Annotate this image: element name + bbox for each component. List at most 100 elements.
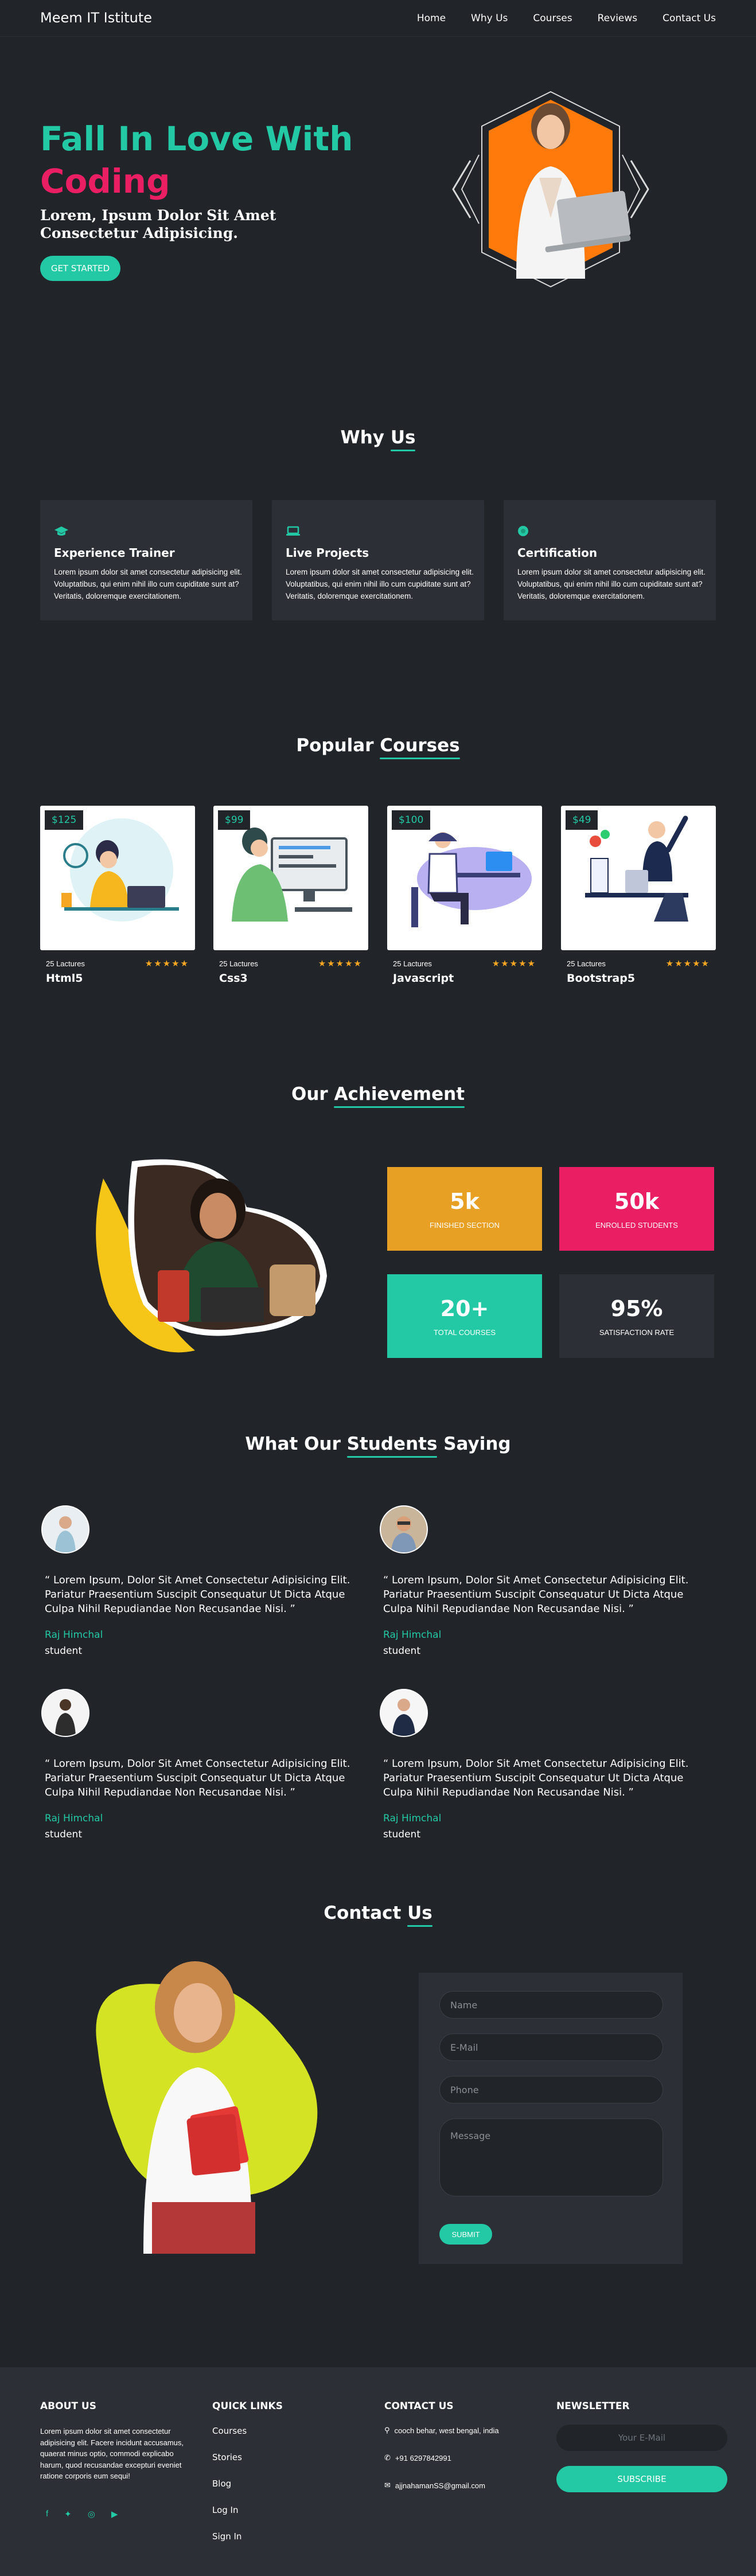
stat-satisfaction-rate: 95% SATISFACTION RATE: [559, 1274, 714, 1358]
testimonial-quote: “ Lorem Ipsum, Dolor Sit Amet Consectetu…: [45, 1758, 350, 1799]
footer-link-log-in[interactable]: Log In: [212, 2505, 283, 2515]
footer-link-courses[interactable]: Courses: [212, 2426, 283, 2436]
contact-form: Name E-Mail Phone Message SUBMIT: [419, 1973, 683, 2264]
footer-link-blog[interactable]: Blog: [212, 2479, 283, 2489]
get-started-button[interactable]: GET STARTED: [40, 256, 120, 281]
contact-illustration: [96, 1961, 318, 2254]
stat-enrolled-students: 50k ENROLLED STUDENTS: [559, 1167, 714, 1251]
why-us-title-highlight: Us: [390, 427, 416, 451]
testimonial-card: “ Lorem Ipsum, Dolor Sit Amet Consectetu…: [380, 1505, 712, 1689]
footer-address: ⚲ cooch behar, west bengal, india: [384, 2426, 499, 2435]
stat-number: 20+: [440, 1295, 489, 1321]
course-name[interactable]: Bootstrap5: [567, 972, 635, 985]
footer-address-text: cooch behar, west bengal, india: [394, 2426, 499, 2435]
star-rating-icon: ★★★★★: [318, 959, 363, 969]
testimonial-card: “ Lorem Ipsum, Dolor Sit Amet Consectetu…: [380, 1689, 712, 1872]
footer-link-sign-in[interactable]: Sign In: [212, 2531, 283, 2542]
testimonial-role: student: [383, 1645, 420, 1657]
testimonial-role: student: [45, 1645, 82, 1657]
phone-icon: ✆: [384, 2453, 391, 2462]
footer-email: ✉ ajjnahamanSS@gmail.com: [384, 2481, 499, 2490]
social-links: f ✦ ◎ ▶: [46, 2509, 118, 2519]
testimonial-role: student: [45, 1829, 82, 1840]
testimonial-quote: “ Lorem Ipsum, Dolor Sit Amet Consectetu…: [383, 1758, 689, 1799]
footer-phone-text: +91 6297842991: [395, 2453, 451, 2462]
contact-title-highlight: Us: [407, 1903, 432, 1927]
email-field[interactable]: E-Mail: [439, 2034, 663, 2061]
why-us-title: Why Us: [0, 427, 756, 451]
why-card-title: Experience Trainer: [54, 546, 175, 560]
map-marker-icon: ⚲: [384, 2426, 390, 2434]
course-name[interactable]: Css3: [219, 972, 248, 985]
nav-contact-us[interactable]: Contact Us: [663, 13, 716, 24]
hero-subtitle: Lorem, Ipsum Dolor Sit Amet Consectetur …: [40, 207, 276, 242]
courses-title-plain: Popular: [296, 735, 380, 756]
testimonials-title-plain: What Our: [245, 1434, 347, 1454]
course-price: $100: [392, 810, 431, 830]
certificate-icon: [518, 526, 528, 536]
why-card-text: Lorem ipsum dolor sit amet consectetur a…: [517, 568, 706, 600]
course-lectures: 25 Lactures: [46, 959, 85, 968]
contact-title-plain: Contact: [324, 1903, 408, 1923]
course-name[interactable]: Javascript: [393, 972, 454, 985]
stat-label: TOTAL COURSES: [433, 1328, 496, 1337]
footer-about: ABOUT US Lorem ipsum dolor sit amet cons…: [40, 2401, 189, 2482]
nav-reviews[interactable]: Reviews: [598, 13, 638, 24]
course-card-bootstrap5[interactable]: $49 25 Lactures ★★★★★ Bootstrap5: [561, 806, 716, 1001]
why-us-title-plain: Why: [340, 427, 391, 448]
footer-newsletter: NEWSLETTER: [556, 2401, 630, 2426]
testimonial-name: Raj Himchal: [383, 1813, 442, 1824]
course-card-html5[interactable]: $125 25 Lactures ★★★★★ Html5: [40, 806, 195, 1001]
star-rating-icon: ★★★★★: [665, 959, 710, 969]
course-card-javascript[interactable]: $100 25 Lactures ★★★★★ Javascript: [387, 806, 542, 1001]
achievement-title: Our Achievement: [0, 1084, 756, 1108]
stat-number: 5k: [450, 1188, 480, 1214]
course-price: $125: [45, 810, 84, 830]
stat-number: 50k: [614, 1188, 660, 1214]
footer-link-stories[interactable]: Stories: [212, 2452, 283, 2462]
star-rating-icon: ★★★★★: [145, 959, 189, 969]
course-price: $99: [218, 810, 251, 830]
instagram-icon[interactable]: ◎: [88, 2509, 95, 2519]
nav-home[interactable]: Home: [417, 13, 446, 24]
testimonial-name: Raj Himchal: [383, 1629, 442, 1641]
testimonials-title-highlight: Students: [346, 1434, 438, 1458]
newsletter-email-input[interactable]: Your E-Mail: [556, 2425, 727, 2451]
twitter-icon[interactable]: ✦: [64, 2509, 72, 2519]
footer: ABOUT US Lorem ipsum dolor sit amet cons…: [0, 2367, 756, 2576]
nav-courses[interactable]: Courses: [533, 13, 572, 24]
subscribe-button[interactable]: SUBSCRIBE: [556, 2466, 727, 2492]
youtube-icon[interactable]: ▶: [111, 2509, 118, 2519]
footer-contact-list: ⚲ cooch behar, west bengal, india ✆ +91 62…: [384, 2426, 499, 2490]
courses-title-highlight: Courses: [380, 735, 460, 759]
testimonial-role: student: [383, 1829, 420, 1840]
submit-button[interactable]: SUBMIT: [439, 2224, 492, 2245]
message-field[interactable]: Message: [439, 2118, 663, 2196]
nav-links: Home Why Us Courses Reviews Contact Us: [417, 13, 716, 24]
stat-finished-section: 5k FINISHED SECTION: [387, 1167, 542, 1251]
facebook-icon[interactable]: f: [46, 2509, 48, 2519]
star-rating-icon: ★★★★★: [492, 959, 536, 969]
footer-links-title: QUICK LINKS: [212, 2401, 283, 2412]
name-field[interactable]: Name: [439, 1991, 663, 2019]
testimonial-name: Raj Himchal: [45, 1813, 103, 1824]
page: Meem IT Istitute Home Why Us Courses Rev…: [0, 0, 756, 2576]
testimonial-quote: “ Lorem Ipsum, Dolor Sit Amet Consectetu…: [383, 1574, 689, 1615]
hero-title-line2: Coding: [40, 162, 170, 201]
testimonials-title: What Our Students Saying: [0, 1434, 756, 1458]
footer-links-list: Courses Stories Blog Log In Sign In: [212, 2426, 283, 2542]
avatar: [380, 1689, 428, 1737]
graduation-cap-icon: [54, 526, 68, 536]
phone-field[interactable]: Phone: [439, 2076, 663, 2103]
achievement-illustration: [96, 1159, 328, 1353]
course-name[interactable]: Html5: [46, 972, 83, 985]
footer-newsletter-title: NEWSLETTER: [556, 2401, 630, 2412]
course-card-css3[interactable]: $99 25 Lactures ★★★★★ Css3: [213, 806, 368, 1001]
footer-about-title: ABOUT US: [40, 2401, 96, 2412]
brand-logo[interactable]: Meem IT Istitute: [40, 10, 152, 26]
nav-why-us[interactable]: Why Us: [471, 13, 508, 24]
achievement-title-highlight: Achievement: [334, 1084, 465, 1108]
testimonial-card: “ Lorem Ipsum, Dolor Sit Amet Consectetu…: [41, 1689, 374, 1872]
testimonial-card: “ Lorem Ipsum, Dolor Sit Amet Consectetu…: [41, 1505, 374, 1689]
course-lectures: 25 Lactures: [567, 959, 606, 968]
